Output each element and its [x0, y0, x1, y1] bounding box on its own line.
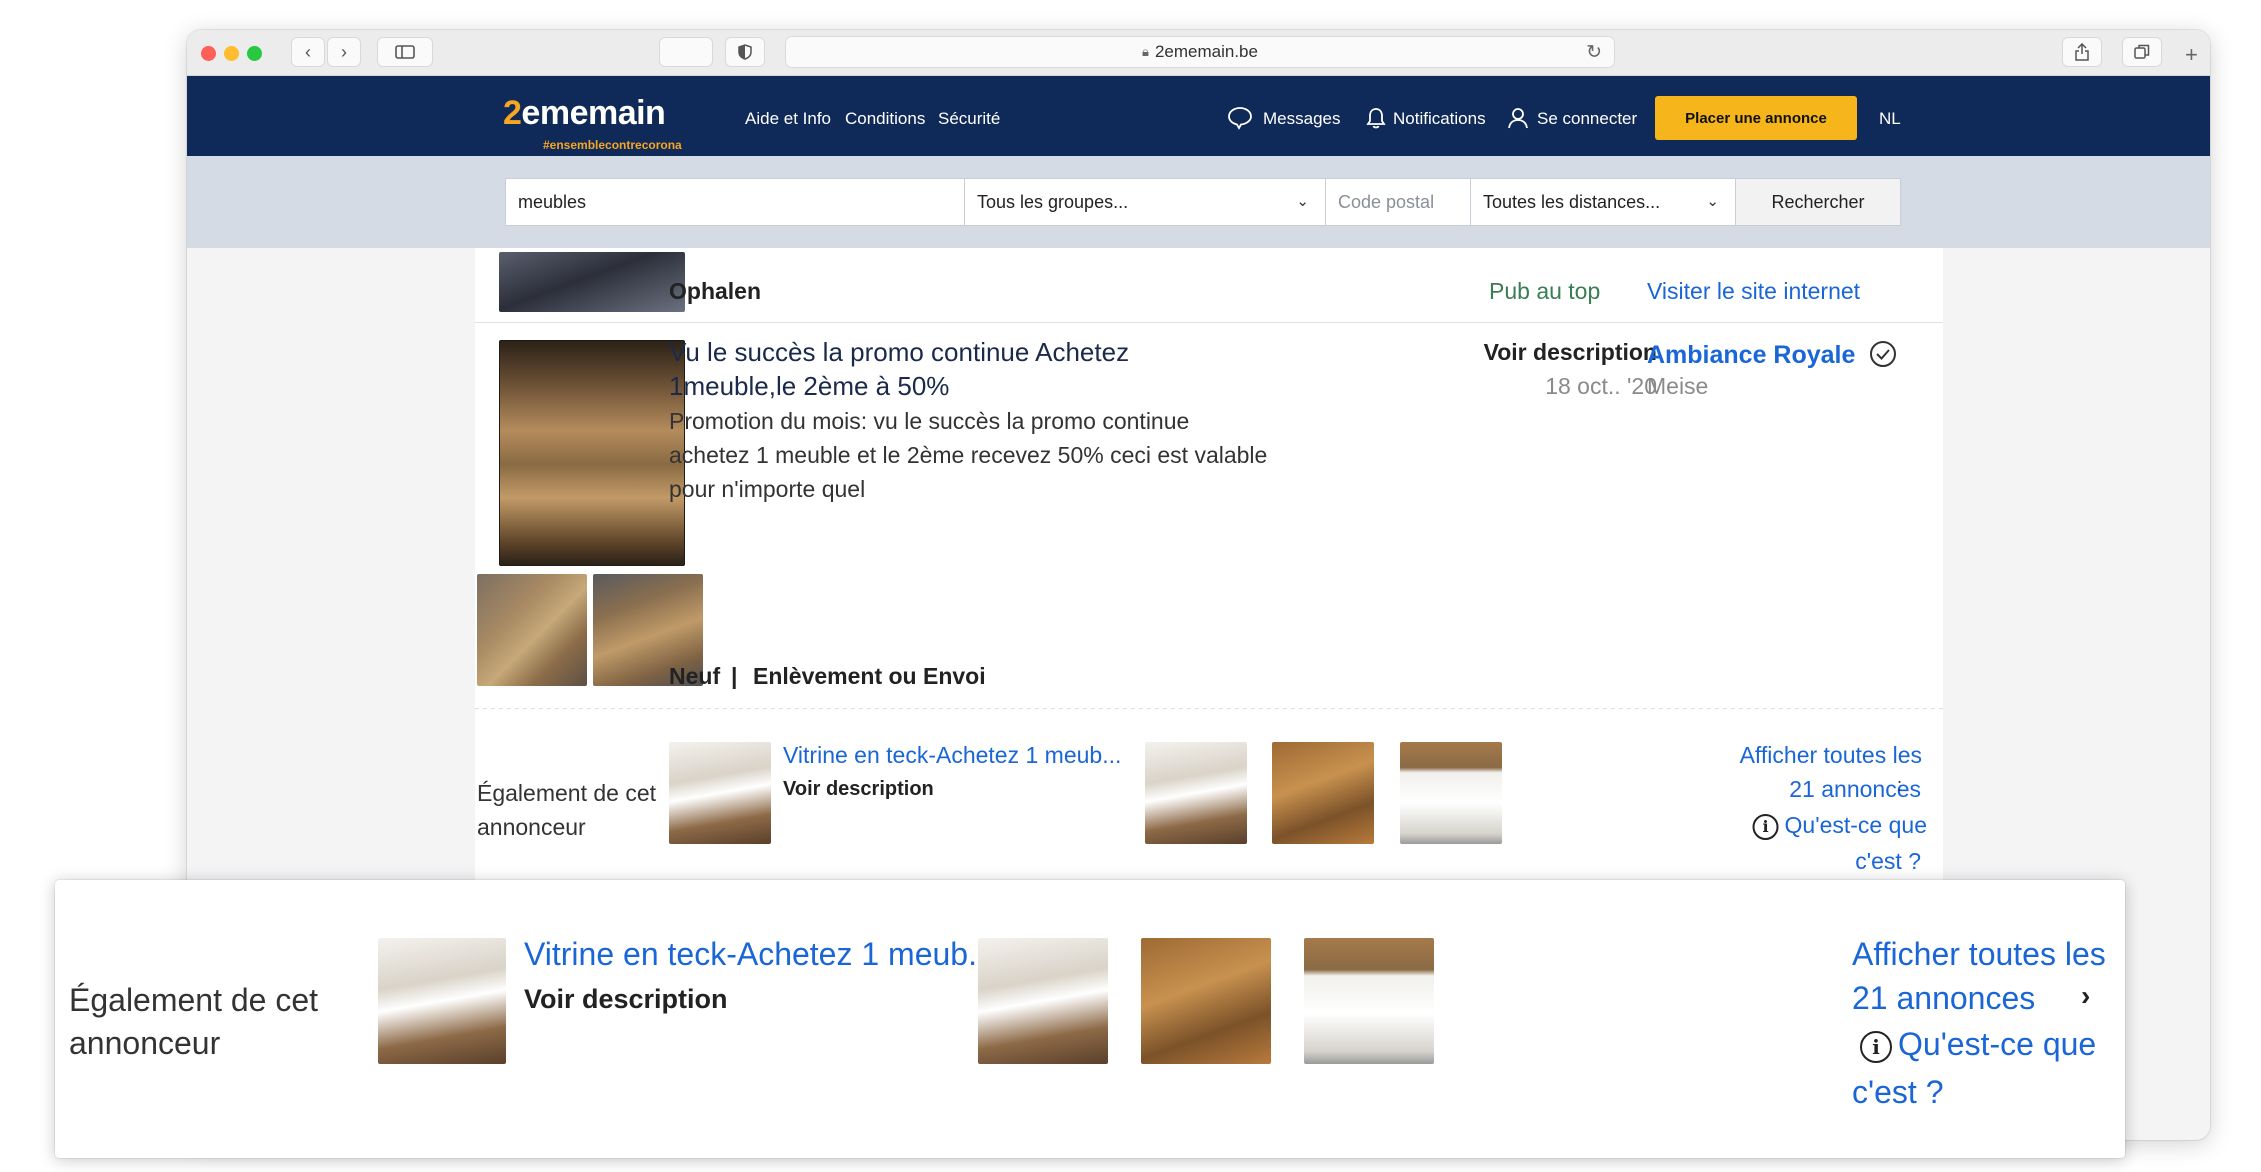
lock-icon: 🔒︎ — [1142, 44, 1149, 59]
zoom-window-button[interactable] — [247, 46, 262, 61]
divider — [475, 322, 1943, 323]
listing-description: Promotion du mois: vu le succès la promo… — [669, 408, 1190, 434]
search-input[interactable]: meubles — [505, 178, 965, 226]
listing-title-line2[interactable]: 1meuble,le 2ème à 50% — [669, 371, 949, 402]
also-from-label-line2: annonceur — [69, 1025, 221, 1061]
logo-mark: 2 — [503, 94, 522, 132]
post-ad-button[interactable]: Placer une annonce — [1655, 96, 1857, 140]
logo-text: ememain — [521, 94, 666, 132]
delivery-method: Enlèvement ou Envoi — [753, 663, 986, 689]
listing-description-line3: pour n'importe quel — [669, 476, 866, 502]
nav-help-link[interactable]: Aide et Info — [745, 109, 831, 129]
what-is-this-link-line2[interactable]: c'est ? — [1855, 848, 1921, 875]
related-item-title[interactable]: Vitrine en teck-Achetez 1 meub... — [524, 936, 995, 973]
messages-icon[interactable] — [1227, 106, 1253, 136]
what-is-this-link-line2[interactable]: c'est ? — [1852, 1074, 1943, 1111]
search-bar: meubles Tous les groupes... ⌄ Code posta… — [187, 156, 2210, 248]
login-link[interactable]: Se connecter — [1537, 109, 1637, 129]
verified-check-icon — [1869, 340, 1897, 373]
related-item-image[interactable] — [1304, 938, 1434, 1064]
bell-icon[interactable] — [1365, 106, 1387, 136]
related-item-price: Voir description — [524, 984, 728, 1014]
postal-code-input[interactable]: Code postal — [1325, 178, 1471, 226]
seller-location: Meise — [1647, 373, 1709, 399]
info-icon: i — [1752, 813, 1779, 840]
listing-price: Voir description — [1483, 339, 1657, 365]
related-item-image[interactable] — [669, 742, 771, 844]
condition-label: Neuf — [669, 663, 721, 689]
chevron-down-icon: ⌄ — [1296, 193, 1309, 210]
show-all-link-line2[interactable]: 21 annonces — [1852, 980, 2035, 1017]
distance-select-value: Toutes les distances... — [1483, 191, 1661, 212]
what-is-this-text: Qu'est-ce que — [1784, 812, 1927, 838]
what-is-this-link[interactable]: i Qu'est-ce que — [1752, 812, 1927, 840]
reload-icon[interactable]: ↻ — [1586, 41, 1602, 64]
sidebar-toggle-icon[interactable] — [377, 37, 433, 67]
chevron-right-icon[interactable]: › — [2081, 980, 2090, 1012]
browser-toolbar: ‹ › 🔒︎ 2ememain.be ↻ + — [187, 30, 2210, 76]
separator: | — [731, 663, 738, 689]
listing-image-thumb[interactable] — [477, 574, 587, 686]
tabs-overview-icon[interactable] — [2122, 37, 2162, 67]
site-logo[interactable]: 2ememain #ensemblecontrecorona — [503, 94, 682, 152]
zoomed-related-section: Également de cet annonceur Vitrine en te… — [55, 880, 2125, 1158]
messages-link[interactable]: Messages — [1263, 109, 1340, 129]
site-header: 2ememain #ensemblecontrecorona Aide et I… — [187, 76, 2210, 156]
related-item-image[interactable] — [1141, 938, 1271, 1064]
related-item-image[interactable] — [1400, 742, 1502, 844]
related-item-image[interactable] — [378, 938, 506, 1064]
listing-description-line2: achetez 1 meuble et le 2ème recevez 50% … — [669, 442, 1268, 468]
related-item-image[interactable] — [1145, 742, 1247, 844]
seller-name[interactable]: Ambiance Royale — [1647, 341, 1855, 370]
also-from-label-line2: annonceur — [477, 814, 586, 840]
what-is-this-link[interactable]: i Qu'est-ce que — [1860, 1026, 2096, 1063]
what-is-this-text: Qu'est-ce que — [1898, 1026, 2097, 1062]
related-item-price: Voir description — [783, 778, 934, 800]
distance-select[interactable]: Toutes les distances... ⌄ — [1470, 178, 1736, 226]
listing-title[interactable]: Vu le succès la promo continue Achetez — [669, 337, 1129, 368]
back-icon[interactable]: ‹ — [291, 37, 325, 67]
chevron-down-icon: ⌄ — [1706, 193, 1719, 210]
tab-button[interactable] — [659, 37, 713, 67]
listing-thumbnail[interactable] — [499, 252, 685, 312]
chevron-right-icon: : — [1897, 775, 1903, 795]
search-button[interactable]: Rechercher — [1735, 178, 1901, 226]
also-from-label: Également de cet — [69, 982, 319, 1018]
nav-conditions-link[interactable]: Conditions — [845, 109, 925, 129]
user-icon[interactable] — [1507, 106, 1529, 136]
show-all-link[interactable]: Afficher toutes les — [1740, 742, 1922, 769]
new-tab-icon[interactable]: + — [2185, 42, 2198, 68]
show-all-link[interactable]: Afficher toutes les — [1852, 936, 2106, 973]
address-bar[interactable]: 🔒︎ 2ememain.be ↻ — [785, 36, 1615, 68]
url-text: 2ememain.be — [1154, 42, 1258, 61]
minimize-window-button[interactable] — [224, 46, 239, 61]
share-icon[interactable] — [2062, 37, 2102, 67]
nav-security-link[interactable]: Sécurité — [938, 109, 1000, 129]
divider — [475, 708, 1943, 709]
forward-icon[interactable]: › — [327, 37, 361, 67]
group-select-value: Tous les groupes... — [977, 191, 1129, 212]
related-item-title[interactable]: Vitrine en teck-Achetez 1 meub... — [783, 742, 1121, 769]
visit-website-link[interactable]: Visiter le site internet — [1647, 278, 1860, 305]
close-window-button[interactable] — [201, 46, 216, 61]
listing-main-image[interactable] — [499, 340, 685, 566]
group-select[interactable]: Tous les groupes... ⌄ — [964, 178, 1326, 226]
notifications-link[interactable]: Notifications — [1393, 109, 1486, 129]
privacy-shield-icon[interactable] — [725, 37, 765, 67]
listing-date: 18 oct.. '20 — [1545, 373, 1657, 399]
top-ad-badge: Pub au top — [1489, 278, 1601, 304]
delivery-method: Ophalen — [669, 278, 762, 304]
also-from-label: Également de cet — [477, 780, 657, 806]
language-switch[interactable]: NL — [1879, 109, 1901, 129]
related-item-image[interactable] — [1272, 742, 1374, 844]
info-icon: i — [1860, 1030, 1892, 1063]
related-item-image[interactable] — [978, 938, 1108, 1064]
